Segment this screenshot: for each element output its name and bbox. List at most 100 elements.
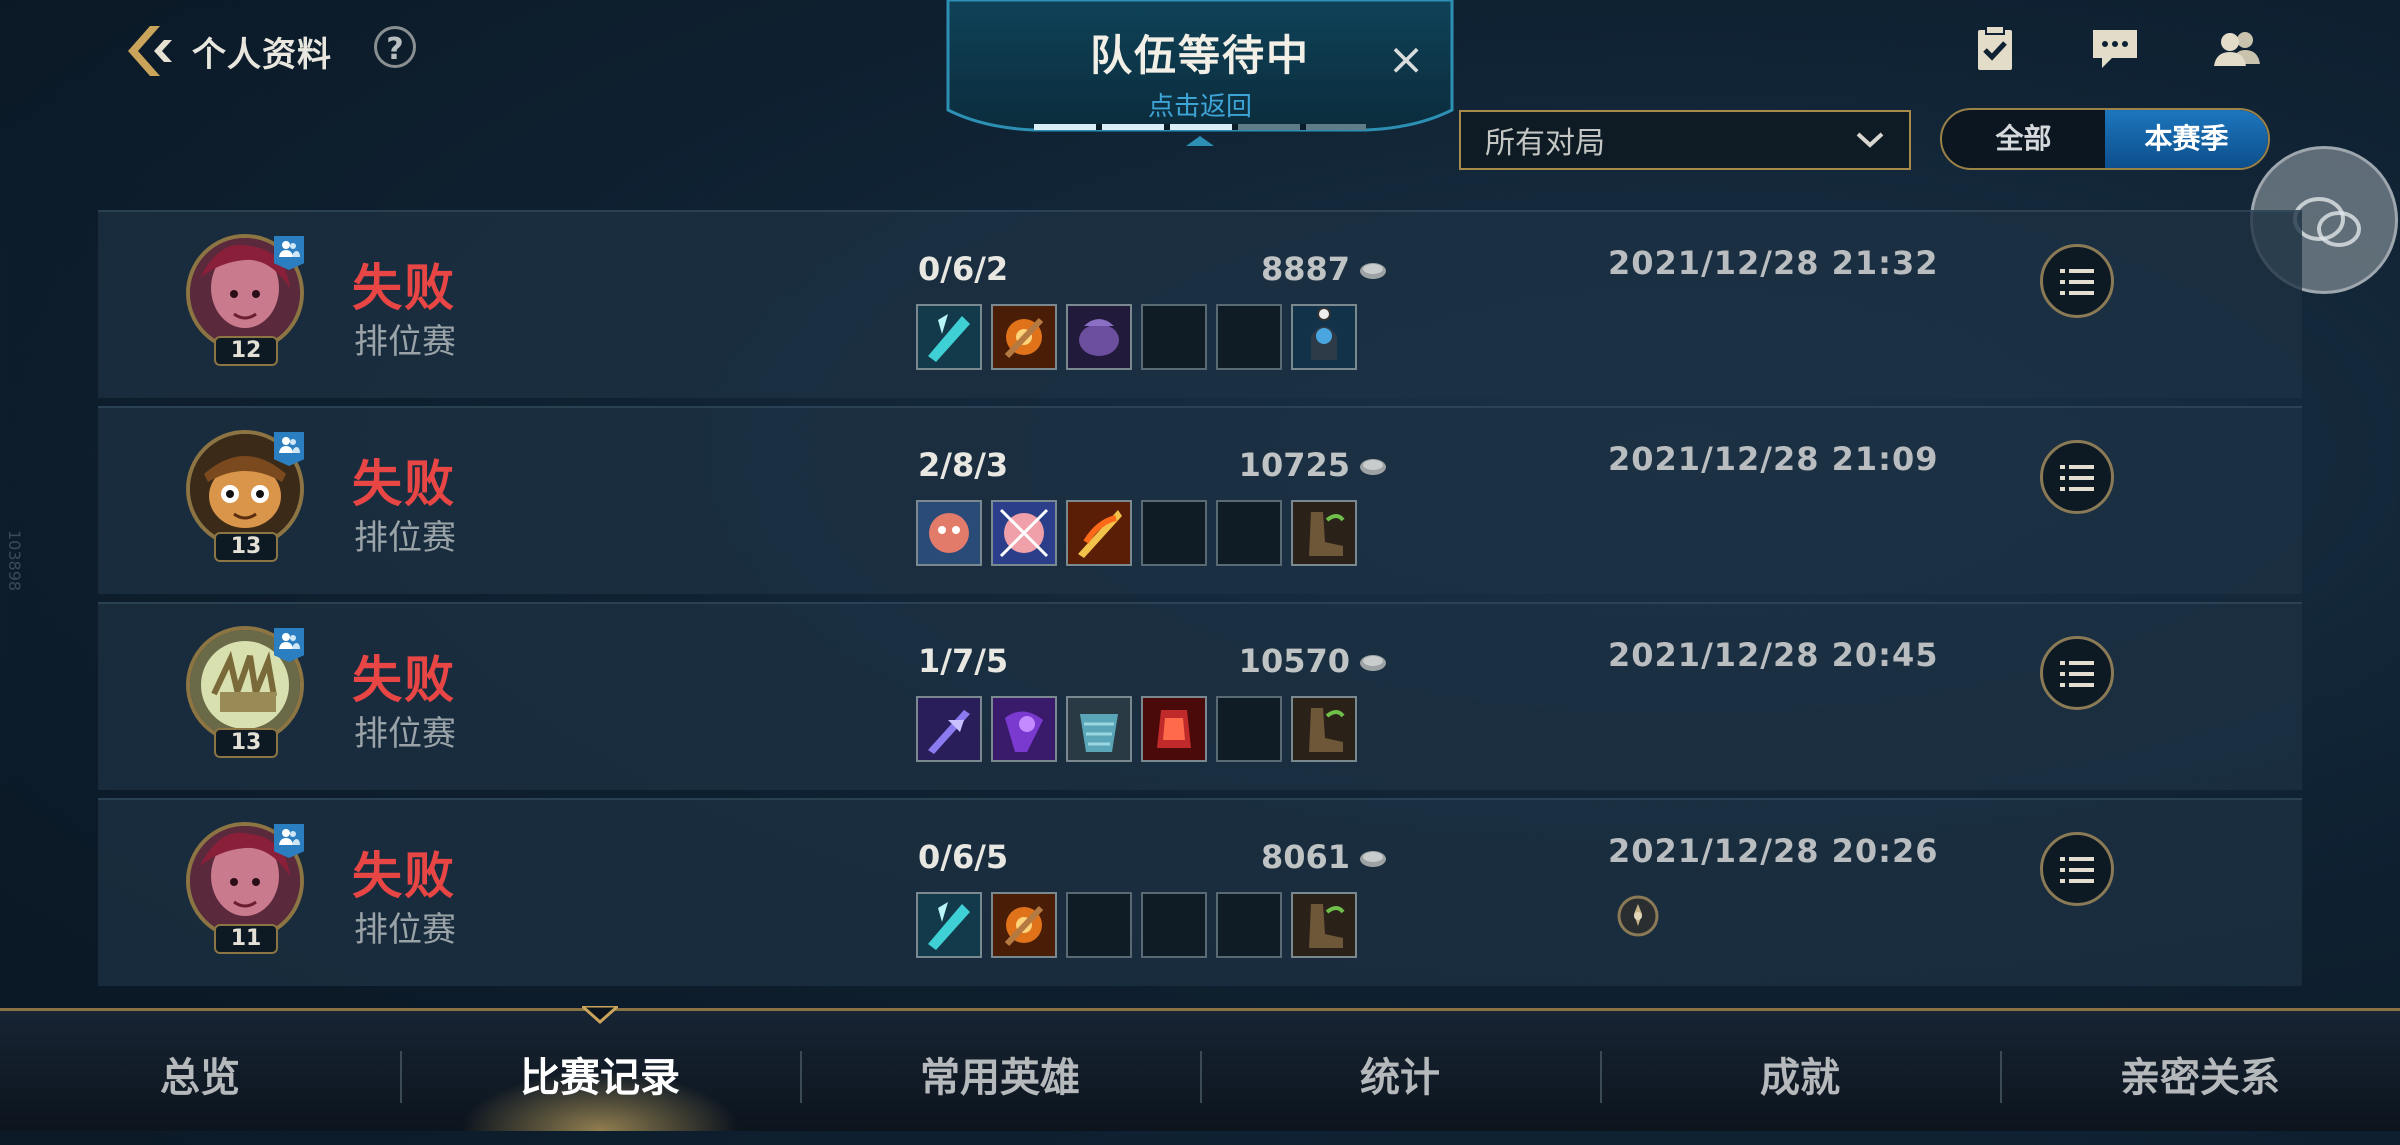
toggle-this-season[interactable]: 本赛季: [2105, 110, 2268, 168]
gold-value: 8887: [1260, 250, 1350, 288]
match-row[interactable]: 12 失败 排位赛 0/6/2 8887 2021/12/28 21:32: [98, 210, 2302, 398]
gold-value: 10725: [1238, 446, 1350, 484]
tab-overview[interactable]: 总览: [0, 1011, 400, 1131]
back-arrow-icon: [120, 22, 178, 80]
match-mode: 排位赛: [354, 910, 456, 950]
ward-slot[interactable]: [1291, 304, 1357, 370]
item-slots: [916, 892, 1357, 958]
item-slot-empty: [1141, 500, 1207, 566]
list-icon: [2060, 857, 2094, 883]
match-row[interactable]: 13 失败 排位赛 2/8/3 10725 2021/12/28 21:09: [98, 406, 2302, 594]
gold-coin-icon: [1360, 263, 1386, 279]
toggle-all[interactable]: 全部: [1942, 110, 2105, 168]
item-slots: [916, 304, 1357, 370]
list-icon: [2060, 661, 2094, 687]
item-slot-empty: [1141, 892, 1207, 958]
kda: 1/7/5: [918, 642, 1009, 680]
item-slot[interactable]: [991, 500, 1057, 566]
match-filter-dropdown[interactable]: 所有对局: [1459, 110, 1911, 170]
tab-achievements[interactable]: 成就: [1600, 1011, 2000, 1131]
match-row[interactable]: 11 失败 排位赛 0/6/5 8061 2021/12/28 20:26: [98, 798, 2302, 986]
bottom-nav: 总览 比赛记录 常用英雄 统计 成就 亲密关系: [0, 1008, 2400, 1131]
item-slot[interactable]: [916, 892, 982, 958]
match-details-button[interactable]: [2040, 440, 2114, 514]
gold: 10725: [1138, 446, 1388, 484]
item-slot-empty: [1141, 304, 1207, 370]
side-code: 103898: [5, 530, 24, 592]
match-result: 失败: [352, 259, 456, 317]
gold-coin-icon: [1360, 851, 1386, 867]
gold: 10570: [1138, 642, 1388, 680]
item-slot-empty: [1216, 500, 1282, 566]
item-slot[interactable]: [1141, 696, 1207, 762]
item-slot[interactable]: [1066, 500, 1132, 566]
match-details-button[interactable]: [2040, 832, 2114, 906]
match-date: 2021/12/28 21:32: [1608, 244, 1939, 282]
gold-value: 10570: [1238, 642, 1350, 680]
friends-icon[interactable]: [2212, 26, 2262, 72]
queue-return-link[interactable]: 点击返回: [946, 86, 1454, 123]
match-row[interactable]: 13 失败 排位赛 1/7/5 10570 2021/12/28 20:45: [98, 602, 2302, 790]
match-details-button[interactable]: [2040, 636, 2114, 710]
kda: 0/6/2: [918, 250, 1009, 288]
back-button[interactable]: 个人资料: [120, 22, 332, 80]
tab-match-history[interactable]: 比赛记录: [400, 1011, 800, 1131]
champion-level: 11: [214, 924, 278, 954]
champion-level: 12: [214, 336, 278, 366]
gold-value: 8061: [1260, 838, 1350, 876]
item-slot-empty: [1066, 892, 1132, 958]
champion-level: 13: [214, 532, 278, 562]
item-slot[interactable]: [916, 696, 982, 762]
season-toggle[interactable]: 全部 本赛季: [1940, 108, 2270, 170]
match-date: 2021/12/28 20:45: [1608, 636, 1939, 674]
party-icon: [274, 628, 304, 662]
gold-coin-icon: [1360, 459, 1386, 475]
match-details-button[interactable]: [2040, 244, 2114, 318]
gold: 8061: [1138, 838, 1388, 876]
gold: 8887: [1138, 250, 1388, 288]
tab-common-champions[interactable]: 常用英雄: [800, 1011, 1200, 1131]
item-slot[interactable]: [916, 500, 982, 566]
champion-level: 13: [214, 728, 278, 758]
item-slot[interactable]: [1066, 696, 1132, 762]
filter-selected-label: 所有对局: [1485, 126, 1605, 161]
list-icon: [2060, 465, 2094, 491]
party-icon: [274, 236, 304, 270]
match-result: 失败: [352, 847, 456, 905]
boots-slot[interactable]: [1291, 696, 1357, 762]
page-title: 个人资料: [192, 34, 332, 75]
item-slot[interactable]: [991, 696, 1057, 762]
item-slot[interactable]: [991, 304, 1057, 370]
match-mode: 排位赛: [354, 518, 456, 558]
item-slot[interactable]: [991, 892, 1057, 958]
item-slot[interactable]: [1066, 304, 1132, 370]
match-mode: 排位赛: [354, 322, 456, 362]
close-icon[interactable]: ×: [1386, 38, 1426, 82]
match-result: 失败: [352, 455, 456, 513]
list-icon: [2060, 269, 2094, 295]
help-icon[interactable]: ?: [374, 26, 416, 68]
item-slot-empty: [1216, 696, 1282, 762]
medal-icon: [1617, 895, 1659, 937]
boots-slot[interactable]: [1291, 500, 1357, 566]
match-result: 失败: [352, 651, 456, 709]
chevron-down-icon: [1855, 130, 1885, 150]
queue-banner[interactable]: 队伍等待中 点击返回 ×: [946, 0, 1454, 150]
gold-coin-icon: [1360, 655, 1386, 671]
chat-icon[interactable]: [2090, 26, 2140, 72]
item-slot-empty: [1216, 892, 1282, 958]
item-slots: [916, 696, 1357, 762]
item-slot[interactable]: [916, 304, 982, 370]
kda: 0/6/5: [918, 838, 1009, 876]
match-date: 2021/12/28 21:09: [1608, 440, 1939, 478]
missions-icon[interactable]: [1970, 26, 2020, 72]
tab-intimacy[interactable]: 亲密关系: [2000, 1011, 2400, 1131]
party-icon: [274, 432, 304, 466]
match-date: 2021/12/28 20:26: [1608, 832, 1939, 870]
boots-slot[interactable]: [1291, 892, 1357, 958]
tab-statistics[interactable]: 统计: [1200, 1011, 1600, 1131]
party-icon: [274, 824, 304, 858]
kda: 2/8/3: [918, 446, 1009, 484]
queue-title: 队伍等待中: [1089, 31, 1310, 80]
match-mode: 排位赛: [354, 714, 456, 754]
